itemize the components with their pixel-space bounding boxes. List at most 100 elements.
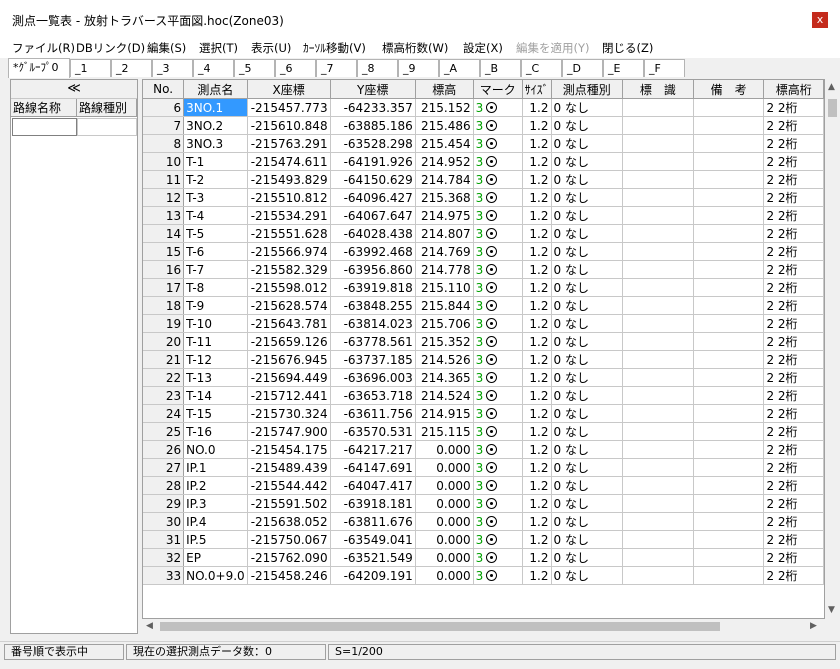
- cell-elevation[interactable]: 214.769: [415, 242, 474, 261]
- cell-size[interactable]: 1.2: [522, 332, 552, 351]
- cell-point-name[interactable]: T-8: [183, 278, 248, 297]
- cell-elevation[interactable]: 214.975: [415, 206, 474, 225]
- cell-remarks[interactable]: [693, 440, 765, 459]
- table-row[interactable]: 16 T-7 -215582.329 -63956.860 214.778 3 1.2 0 な…: [143, 260, 824, 279]
- col-header-x[interactable]: X座標: [247, 80, 331, 99]
- cell-no[interactable]: 15: [143, 242, 185, 261]
- cell-no[interactable]: 26: [143, 440, 185, 459]
- cell-y[interactable]: -63919.818: [330, 278, 416, 297]
- cell-size[interactable]: 1.2: [522, 458, 552, 477]
- cell-point-name[interactable]: 3NO.1: [183, 98, 248, 117]
- route-name-header[interactable]: 路線名称: [11, 99, 77, 117]
- tab-group-1[interactable]: _1: [70, 59, 111, 77]
- table-row[interactable]: 21 T-12 -215676.945 -63737.185 214.526 3 1.2 0 …: [143, 350, 824, 369]
- table-row[interactable]: 24 T-15 -215730.324 -63611.756 214.915 3 1.2 0 …: [143, 404, 824, 423]
- table-row[interactable]: 26 NO.0 -215454.175 -64217.217 0.000 3 1.2 0 なし…: [143, 440, 824, 459]
- cell-sign[interactable]: [622, 260, 694, 279]
- cell-sign[interactable]: [622, 188, 694, 207]
- cell-elevation[interactable]: 215.115: [415, 422, 474, 441]
- cell-size[interactable]: 1.2: [522, 404, 552, 423]
- cell-x[interactable]: -215676.945: [247, 350, 331, 369]
- cell-no[interactable]: 33: [143, 566, 185, 585]
- cell-remarks[interactable]: [693, 116, 765, 135]
- cell-elev-digits[interactable]: 2 2桁: [763, 134, 824, 153]
- cell-y[interactable]: -63696.003: [330, 368, 416, 387]
- cell-elev-digits[interactable]: 2 2桁: [763, 458, 824, 477]
- cell-sign[interactable]: [622, 404, 694, 423]
- cell-remarks[interactable]: [693, 548, 765, 567]
- cell-point-type[interactable]: 0 なし: [551, 278, 624, 297]
- menu-cursor-move[interactable]: ｶｰｿﾙ移動(V): [303, 40, 366, 56]
- table-row[interactable]: 30 IP.4 -215638.052 -63811.676 0.000 3 1.2 0 なし…: [143, 512, 824, 531]
- horizontal-scrollbar[interactable]: ◀ ▶: [142, 619, 825, 634]
- cell-point-type[interactable]: 0 なし: [551, 512, 624, 531]
- cell-point-name[interactable]: IP.5: [183, 530, 248, 549]
- cell-mark[interactable]: 3: [473, 422, 523, 441]
- cell-elevation[interactable]: 214.784: [415, 170, 474, 189]
- cell-size[interactable]: 1.2: [522, 566, 552, 585]
- cell-size[interactable]: 1.2: [522, 314, 552, 333]
- scroll-left-icon[interactable]: ◀: [146, 621, 153, 631]
- cell-no[interactable]: 13: [143, 206, 185, 225]
- cell-size[interactable]: 1.2: [522, 206, 552, 225]
- table-row[interactable]: 10 T-1 -215474.611 -64191.926 214.952 3 1.2 0 な…: [143, 152, 824, 171]
- cell-mark[interactable]: 3: [473, 116, 523, 135]
- cell-elevation[interactable]: 0.000: [415, 476, 474, 495]
- cell-elev-digits[interactable]: 2 2桁: [763, 296, 824, 315]
- tab-group-b[interactable]: _B: [480, 59, 521, 77]
- cell-sign[interactable]: [622, 98, 694, 117]
- cell-remarks[interactable]: [693, 512, 765, 531]
- cell-sign[interactable]: [622, 566, 694, 585]
- cell-x[interactable]: -215544.442: [247, 476, 331, 495]
- cell-remarks[interactable]: [693, 350, 765, 369]
- cell-x[interactable]: -215566.974: [247, 242, 331, 261]
- route-type-header[interactable]: 路線種別: [77, 99, 137, 117]
- cell-sign[interactable]: [622, 242, 694, 261]
- cell-elevation[interactable]: 215.706: [415, 314, 474, 333]
- cell-elevation[interactable]: 214.365: [415, 368, 474, 387]
- cell-size[interactable]: 1.2: [522, 98, 552, 117]
- cell-remarks[interactable]: [693, 458, 765, 477]
- cell-elevation[interactable]: 215.844: [415, 296, 474, 315]
- cell-point-type[interactable]: 0 なし: [551, 260, 624, 279]
- cell-x[interactable]: -215643.781: [247, 314, 331, 333]
- cell-mark[interactable]: 3: [473, 476, 523, 495]
- cell-point-name[interactable]: IP.1: [183, 458, 248, 477]
- cell-sign[interactable]: [622, 548, 694, 567]
- cell-x[interactable]: -215474.611: [247, 152, 331, 171]
- cell-point-type[interactable]: 0 なし: [551, 440, 624, 459]
- cell-x[interactable]: -215582.329: [247, 260, 331, 279]
- cell-x[interactable]: -215712.441: [247, 386, 331, 405]
- cell-size[interactable]: 1.2: [522, 440, 552, 459]
- cell-point-name[interactable]: T-11: [183, 332, 248, 351]
- cell-mark[interactable]: 3: [473, 206, 523, 225]
- menu-edit[interactable]: 編集(S): [147, 40, 186, 56]
- cell-mark[interactable]: 3: [473, 152, 523, 171]
- close-button[interactable]: x: [812, 12, 828, 28]
- cell-x[interactable]: -215591.502: [247, 494, 331, 513]
- cell-y[interactable]: -63549.041: [330, 530, 416, 549]
- cell-mark[interactable]: 3: [473, 512, 523, 531]
- cell-point-name[interactable]: NO.0+9.0: [183, 566, 248, 585]
- cell-sign[interactable]: [622, 476, 694, 495]
- scroll-right-icon[interactable]: ▶: [810, 621, 817, 631]
- route-name-cell[interactable]: [12, 118, 77, 136]
- cell-elevation[interactable]: 214.915: [415, 404, 474, 423]
- cell-elev-digits[interactable]: 2 2桁: [763, 386, 824, 405]
- cell-mark[interactable]: 3: [473, 296, 523, 315]
- cell-point-type[interactable]: 0 なし: [551, 386, 624, 405]
- tab-group-2[interactable]: _2: [111, 59, 152, 77]
- cell-mark[interactable]: 3: [473, 314, 523, 333]
- cell-no[interactable]: 27: [143, 458, 185, 477]
- cell-point-name[interactable]: T-3: [183, 188, 248, 207]
- cell-sign[interactable]: [622, 152, 694, 171]
- cell-elev-digits[interactable]: 2 2桁: [763, 350, 824, 369]
- cell-size[interactable]: 1.2: [522, 494, 552, 513]
- cell-point-type[interactable]: 0 なし: [551, 152, 624, 171]
- cell-y[interactable]: -63653.718: [330, 386, 416, 405]
- cell-size[interactable]: 1.2: [522, 530, 552, 549]
- cell-mark[interactable]: 3: [473, 458, 523, 477]
- table-row[interactable]: 27 IP.1 -215489.439 -64147.691 0.000 3 1.2 0 なし…: [143, 458, 824, 477]
- cell-elevation[interactable]: 214.524: [415, 386, 474, 405]
- cell-point-type[interactable]: 0 なし: [551, 170, 624, 189]
